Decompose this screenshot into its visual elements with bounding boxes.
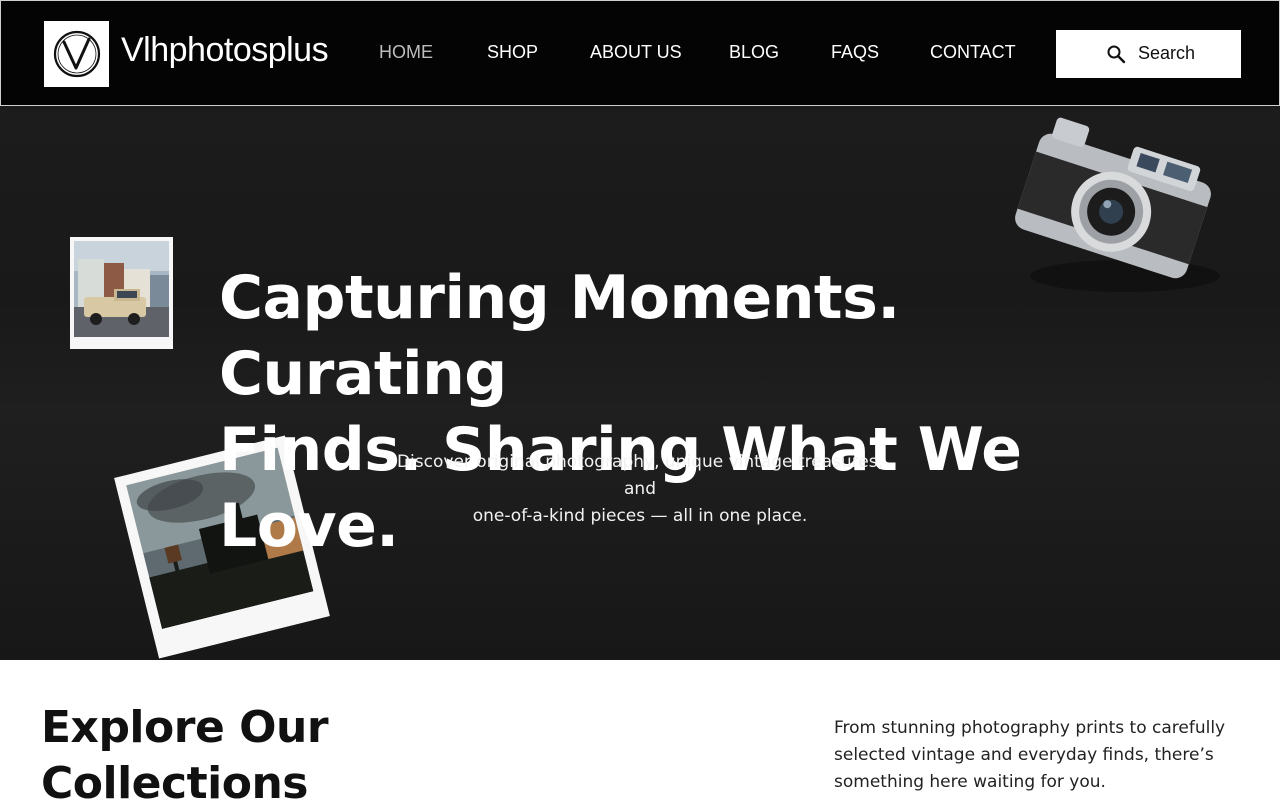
nav-blog[interactable]: BLOG: [729, 42, 779, 63]
nav-about-us[interactable]: ABOUT US: [590, 42, 682, 63]
site-header: Vlhphotosplus HOME SHOP ABOUT US BLOG FA…: [0, 0, 1280, 106]
nav-home[interactable]: HOME: [379, 42, 433, 63]
nav-shop[interactable]: SHOP: [487, 42, 538, 63]
hero-headline-line1: Capturing Moments. Curating: [219, 263, 900, 409]
truck-photo-image: [74, 241, 169, 337]
brand-name[interactable]: Vlhphotosplus: [121, 31, 329, 70]
collections-description: From stunning photography prints to care…: [834, 718, 1226, 792]
search-button[interactable]: Search: [1056, 30, 1241, 78]
collections-title-line1: Explore Our: [41, 702, 329, 753]
v-monogram-logo-icon: [53, 30, 101, 78]
nav-contact[interactable]: CONTACT: [930, 42, 1016, 63]
polaroid-truck-photo: [70, 237, 173, 349]
search-label: Search: [1138, 43, 1196, 63]
hero-subtitle: Discover original photography, unique vi…: [380, 449, 900, 530]
hero-subtitle-line1: Discover original photography, unique vi…: [396, 452, 884, 499]
logo[interactable]: [44, 21, 109, 87]
nav-faqs[interactable]: FAQS: [831, 42, 879, 63]
search-icon: [1107, 45, 1126, 64]
hero-subtitle-line2: one-of-a-kind pieces — all in one place.: [472, 506, 808, 526]
collections-title-line2: Collections: [41, 758, 308, 800]
hero-section: Capturing Moments. Curating Finds. Shari…: [0, 106, 1280, 660]
collections-title: Explore Our Collections: [41, 700, 441, 800]
